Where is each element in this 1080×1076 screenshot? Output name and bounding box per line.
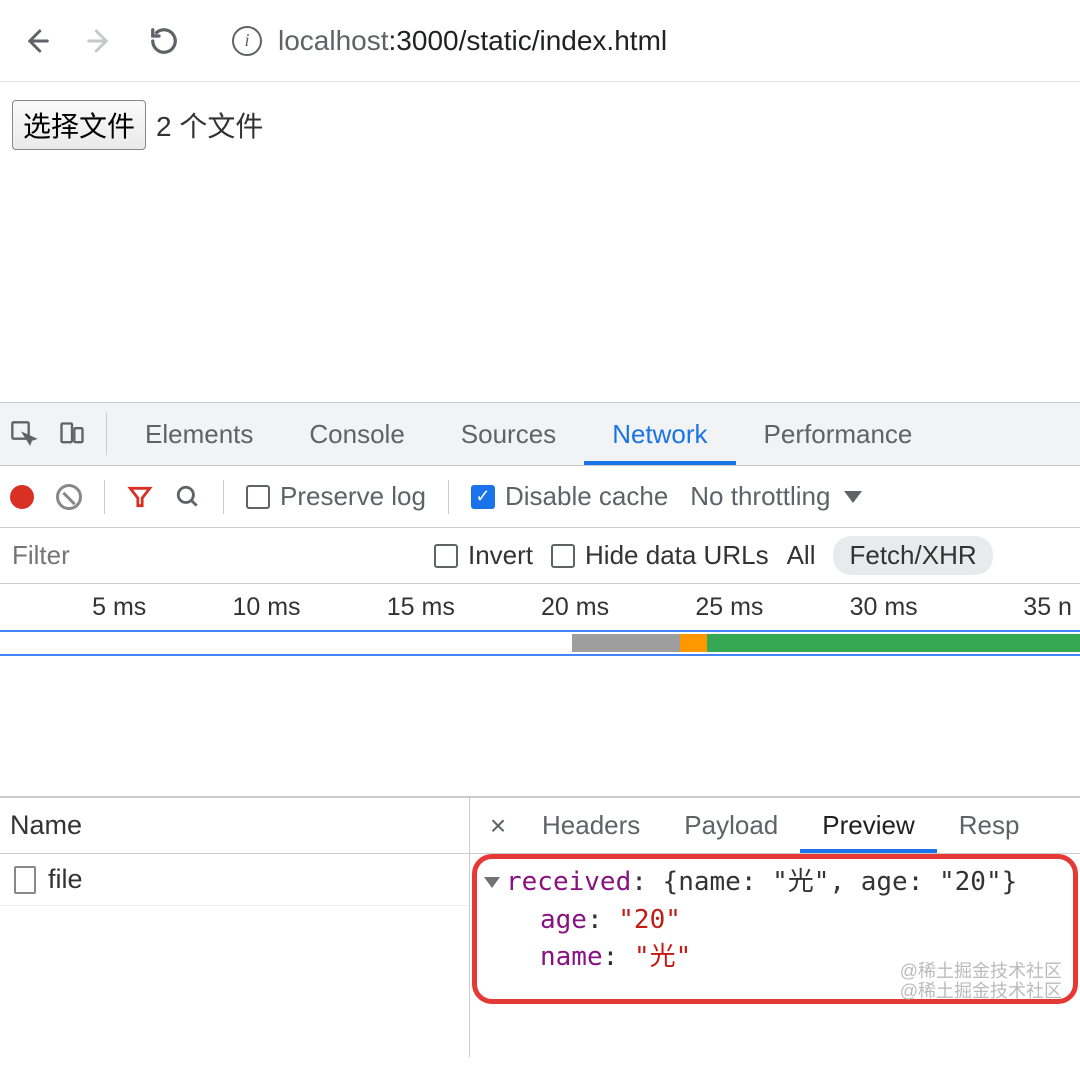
tick: 5 ms [0,584,154,630]
tick: 25 ms [617,584,771,630]
tab-sources[interactable]: Sources [433,403,584,465]
preserve-log-group[interactable]: Preserve log [246,481,426,512]
request-name: file [48,864,83,895]
address-bar[interactable]: i localhost:3000/static/index.html [232,25,667,57]
file-input-group: 选择文件 2 个文件 [12,100,263,150]
tick: 15 ms [309,584,463,630]
watermark: @稀土掘金技术社区 @稀土掘金技术社区 [900,962,1062,1002]
entry-key: age [540,905,587,935]
choose-file-button[interactable]: 选择文件 [12,100,146,150]
hide-data-urls-checkbox[interactable] [551,544,575,568]
tick: 35 n [926,584,1080,630]
devtools-tabstrip: Elements Console Sources Network Perform… [0,402,1080,466]
preserve-log-checkbox[interactable] [246,485,270,509]
caret-down-icon[interactable] [484,877,500,888]
timeline-ticks: 5 ms 10 ms 15 ms 20 ms 25 ms 30 ms 35 n [0,584,1080,630]
detail-tab-headers[interactable]: Headers [520,798,662,853]
entry-value: "20" [618,905,681,935]
network-toolbar: Preserve log ✓ Disable cache No throttli… [0,466,1080,528]
tab-performance[interactable]: Performance [736,403,941,465]
divider [104,480,105,514]
url-path: :3000/static/index.html [389,25,668,56]
detail-tab-response[interactable]: Resp [937,798,1042,853]
disable-cache-label: Disable cache [505,481,668,512]
preview-root[interactable]: received: {name: "光", age: "20"} [484,864,1066,902]
request-list-header-name[interactable]: Name [0,798,469,854]
filter-type-fetch-xhr[interactable]: Fetch/XHR [833,536,992,575]
preserve-log-label: Preserve log [280,481,426,512]
url-host: localhost [278,25,389,56]
detail-tabstrip: × Headers Payload Preview Resp [470,798,1080,854]
filter-input[interactable] [6,536,416,576]
invert-checkbox[interactable] [434,544,458,568]
invert-group[interactable]: Invert [434,540,533,571]
preview-root-key: received [506,867,631,897]
detail-tab-payload[interactable]: Payload [662,798,800,853]
preview-summary: {name: "光", age: "20"} [663,867,1018,897]
tab-console[interactable]: Console [281,403,432,465]
hide-data-urls-group[interactable]: Hide data URLs [551,540,769,571]
disable-cache-checkbox[interactable]: ✓ [471,485,495,509]
timeline-segment-wait [572,634,680,652]
divider [448,480,449,514]
search-icon[interactable] [175,484,201,510]
browser-nav-bar: i localhost:3000/static/index.html [0,0,1080,82]
hide-data-urls-label: Hide data URLs [585,540,769,571]
disable-cache-group[interactable]: ✓ Disable cache [471,481,668,512]
divider [106,413,107,455]
filter-type-all[interactable]: All [787,540,816,571]
reload-button[interactable] [144,21,184,61]
throttling-select[interactable]: No throttling [690,481,862,512]
page-content: 选择文件 2 个文件 [0,82,1080,402]
forward-button[interactable] [80,21,120,61]
tick: 10 ms [154,584,308,630]
entry-value: "光" [634,942,691,972]
tab-network[interactable]: Network [584,403,735,465]
detail-tab-preview[interactable]: Preview [800,798,936,853]
entry-key: name [540,942,603,972]
preview-entry[interactable]: age: "20" [484,902,1066,940]
request-row[interactable]: file [0,854,469,906]
timeline-track [0,630,1080,656]
invert-label: Invert [468,540,533,571]
site-info-icon[interactable]: i [232,26,262,56]
file-icon [14,866,36,894]
network-split: Name file × Headers Payload Preview Resp… [0,797,1080,1057]
throttling-label: No throttling [690,481,830,512]
record-button[interactable] [10,485,34,509]
tick: 30 ms [771,584,925,630]
device-toolbar-icon[interactable] [48,403,96,465]
back-button[interactable] [16,21,56,61]
file-count-text: 2 个文件 [156,105,263,145]
timeline-segment-blocked [680,634,707,652]
network-filter-row: Invert Hide data URLs All Fetch/XHR [0,528,1080,584]
tab-elements[interactable]: Elements [117,403,281,465]
divider [223,480,224,514]
request-list: Name file [0,798,470,1057]
inspect-element-icon[interactable] [0,403,48,465]
close-detail-button[interactable]: × [476,798,520,853]
tick: 20 ms [463,584,617,630]
timeline-segment-download [707,634,1080,652]
network-timeline[interactable]: 5 ms 10 ms 15 ms 20 ms 25 ms 30 ms 35 n [0,584,1080,797]
request-detail: × Headers Payload Preview Resp received:… [470,798,1080,1057]
chevron-down-icon [844,491,862,503]
filter-icon[interactable] [127,484,153,510]
clear-button[interactable] [56,484,82,510]
